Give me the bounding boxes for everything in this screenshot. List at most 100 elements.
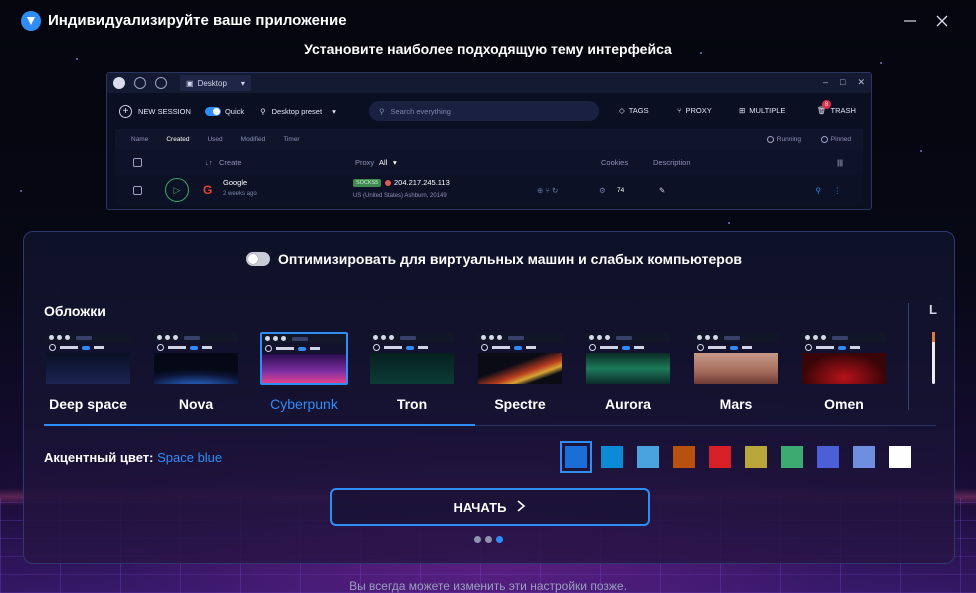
preview-tags-label: TAGS <box>628 106 649 115</box>
skins-extra-label: L <box>929 302 937 317</box>
google-icon: G <box>203 183 213 197</box>
preview-quick-toggle <box>204 106 221 116</box>
preview-bell-icon <box>134 77 146 89</box>
skin-artwork <box>370 353 454 384</box>
accent-label-text: Акцентный цвет: <box>44 450 154 465</box>
pagination-dot[interactable] <box>485 536 492 543</box>
search-icon: ⚲ <box>379 106 385 116</box>
desktop-icon: ▣ <box>186 78 194 88</box>
preview-trash-label: TRASH <box>830 106 856 115</box>
preview-search: ⚲ Search everything <box>369 101 599 121</box>
skins-title: Обложки <box>44 303 106 319</box>
preview-row-checkbox <box>133 185 142 195</box>
filter-used: Used <box>207 135 223 143</box>
star <box>728 222 730 224</box>
page-subtitle: Установите наиболее подходящую тему инте… <box>304 41 672 57</box>
skin-mars[interactable]: Mars <box>692 332 780 412</box>
row-time: 2 weeks ago <box>223 191 257 197</box>
accent-swatch[interactable] <box>709 446 731 468</box>
skin-deep-space[interactable]: Deep space <box>44 332 132 412</box>
preview-new-session: NEW SESSION <box>138 106 191 116</box>
accent-swatch[interactable] <box>817 446 839 468</box>
skin-artwork <box>802 353 886 384</box>
accent-swatch[interactable] <box>673 446 695 468</box>
skin-name: Omen <box>824 396 864 412</box>
start-button[interactable]: НАЧАТЬ <box>330 488 650 526</box>
trash-badge: 8 <box>822 100 831 109</box>
skin-thumbnail <box>260 332 348 385</box>
preview-tab: ▣ Desktop ▾ <box>180 75 251 91</box>
accent-swatch[interactable] <box>889 446 911 468</box>
optimize-toggle[interactable] <box>246 252 270 266</box>
close-icon[interactable] <box>932 11 952 31</box>
pagination-dot[interactable] <box>474 536 481 543</box>
filter-name: Name <box>131 135 149 143</box>
skin-name: Mars <box>719 396 753 412</box>
skin-thumbnail <box>369 332 455 385</box>
accent-swatch[interactable] <box>781 446 803 468</box>
preview-preset: Desktop preset <box>271 106 323 116</box>
preview-multiple: ⊞ MULTIPLE <box>739 106 785 115</box>
preview-proxy-label: PROXY <box>685 106 712 115</box>
skin-aurora[interactable]: Aurora <box>584 332 672 412</box>
preview-multiple-label: MULTIPLE <box>749 106 786 115</box>
skin-spectre[interactable]: Spectre <box>476 332 564 412</box>
skin-artwork <box>694 353 778 384</box>
edit-icon: ✎ <box>659 185 666 195</box>
col-proxy: Proxy <box>355 157 375 167</box>
row-name: Google <box>223 178 248 187</box>
start-button-label: НАЧАТЬ <box>453 499 507 515</box>
preview-quick-label: Quick <box>224 106 245 116</box>
star <box>76 58 78 60</box>
skin-tron[interactable]: Tron <box>368 332 456 412</box>
skin-thumbnail <box>693 332 779 385</box>
col-cookies: Cookies <box>601 157 629 167</box>
skin-thumbnail <box>585 332 671 385</box>
preview-close-icon: ✕ <box>857 77 865 87</box>
accent-swatch[interactable] <box>745 446 767 468</box>
accent-swatch[interactable] <box>560 441 592 473</box>
preview-minimize-icon: – <box>823 77 829 87</box>
preview-proxy: ⑂ PROXY <box>677 106 712 115</box>
skin-thumbnail <box>153 332 239 385</box>
more-icon: ⋮ <box>833 185 842 195</box>
skin-artwork <box>478 353 562 384</box>
accent-swatch[interactable] <box>637 446 659 468</box>
filter-running-label: Running <box>776 135 801 143</box>
optimize-toggle-row[interactable]: Оптимизировать для виртуальных машин и с… <box>246 251 742 267</box>
star <box>920 150 922 152</box>
skin-thumbnail <box>45 332 131 385</box>
accent-value: Space blue <box>157 450 223 465</box>
skins-scrollbar[interactable] <box>932 332 935 384</box>
preview-filter-bar: Name Created Used Modified Timer Running… <box>115 129 863 149</box>
row-action-icons: ⊕ ⑂ ↻ <box>537 185 559 195</box>
filter-timer: Timer <box>283 135 300 143</box>
col-proxy-filter: All <box>379 157 388 167</box>
proxy-icon: ⑂ <box>677 106 682 115</box>
row-location: US (United States) Ashburn, 20149 <box>353 193 447 199</box>
accent-swatch[interactable] <box>853 446 875 468</box>
pagination-dot[interactable] <box>496 536 503 543</box>
star <box>880 62 882 64</box>
preview-trash: 🗑 8 TRASH <box>817 100 856 115</box>
accent-label: Акцентный цвет: Space blue <box>44 450 222 465</box>
skin-omen[interactable]: Omen <box>800 332 888 412</box>
skin-thumbnail <box>477 332 563 385</box>
columns-icon: ||| <box>837 157 843 167</box>
title-bar: Индивидуализируйте ваше приложение <box>0 0 976 42</box>
theme-preview: ▣ Desktop ▾ – □ ✕ + NEW SESSION Quick ⚲ … <box>106 72 872 210</box>
preview-header-checkbox <box>133 157 142 167</box>
skin-artwork <box>154 353 238 384</box>
accent-swatch[interactable] <box>601 446 623 468</box>
skins-scroll-indicator[interactable] <box>44 424 475 426</box>
proxy-status-dot <box>385 180 391 186</box>
cookie-icon: ⚙ <box>599 185 606 195</box>
filter-modified: Modified <box>240 135 266 143</box>
row-ip: 204.217.245.113 <box>394 178 450 187</box>
skin-cyberpunk[interactable]: Cyberpunk <box>260 332 348 412</box>
skin-nova[interactable]: Nova <box>152 332 240 412</box>
filter-pinned: Pinned <box>820 135 851 143</box>
minimize-icon[interactable] <box>900 11 920 31</box>
preview-tab-label: Desktop <box>197 78 227 88</box>
filter-pinned-label: Pinned <box>830 135 851 143</box>
